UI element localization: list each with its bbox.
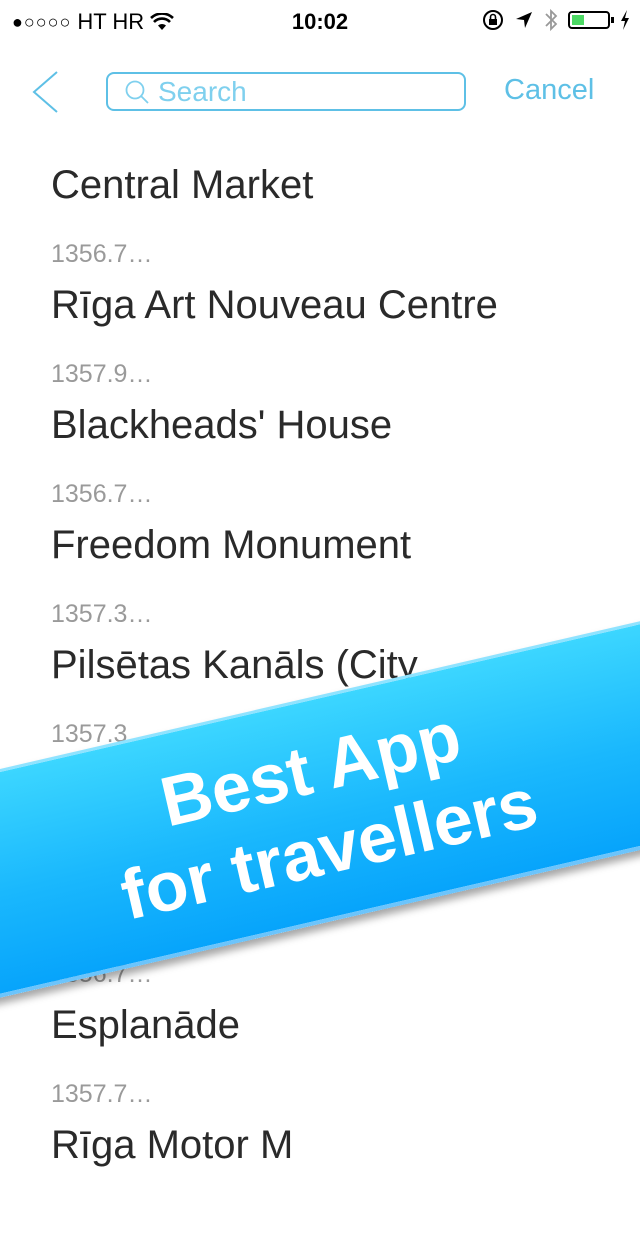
list-item[interactable]: Rīga Art Nouveau Centre 1357.9… <box>0 275 640 395</box>
place-distance: 1357.3… <box>51 600 153 628</box>
cancel-button[interactable]: Cancel <box>504 74 594 107</box>
list-item[interactable]: Rīga Motor M <box>0 1115 640 1235</box>
status-bar: ●○○○○ HT HR 10:02 <box>0 0 640 40</box>
place-title: Rīga Motor M <box>51 1123 294 1167</box>
list-item[interactable]: Blackheads' House 1356.7… <box>0 395 640 515</box>
place-distance: 1357.9… <box>51 360 153 388</box>
battery-icon <box>568 11 614 29</box>
location-arrow-icon <box>516 12 532 28</box>
rotation-lock-icon <box>483 10 503 30</box>
place-title: Blackheads' House <box>51 403 393 447</box>
search-nav-bar: Cancel <box>0 60 640 130</box>
place-title: Esplanāde <box>51 1003 241 1047</box>
search-input[interactable] <box>158 75 438 108</box>
search-icon <box>125 80 149 104</box>
place-distance: 1356.7… <box>51 240 153 268</box>
place-title: Freedom Monument <box>51 523 412 567</box>
status-icons <box>482 8 630 32</box>
place-distance <box>51 1194 640 1234</box>
place-distance: 1357.7… <box>51 1080 153 1108</box>
place-title: Rīga Art Nouveau Centre <box>51 283 498 327</box>
bluetooth-icon <box>545 8 558 32</box>
place-distance: 1356.7… <box>51 480 153 508</box>
list-item[interactable]: Freedom Monument 1357.3… <box>0 515 640 635</box>
back-chevron-icon[interactable] <box>30 70 60 114</box>
battery-level <box>572 15 584 25</box>
charging-bolt-icon <box>621 10 629 30</box>
search-field[interactable] <box>106 72 466 111</box>
place-title: Central Market <box>51 163 314 207</box>
list-item[interactable]: Esplanāde 1357.7… <box>0 995 640 1115</box>
list-item[interactable]: Central Market 1356.7… <box>0 155 640 275</box>
